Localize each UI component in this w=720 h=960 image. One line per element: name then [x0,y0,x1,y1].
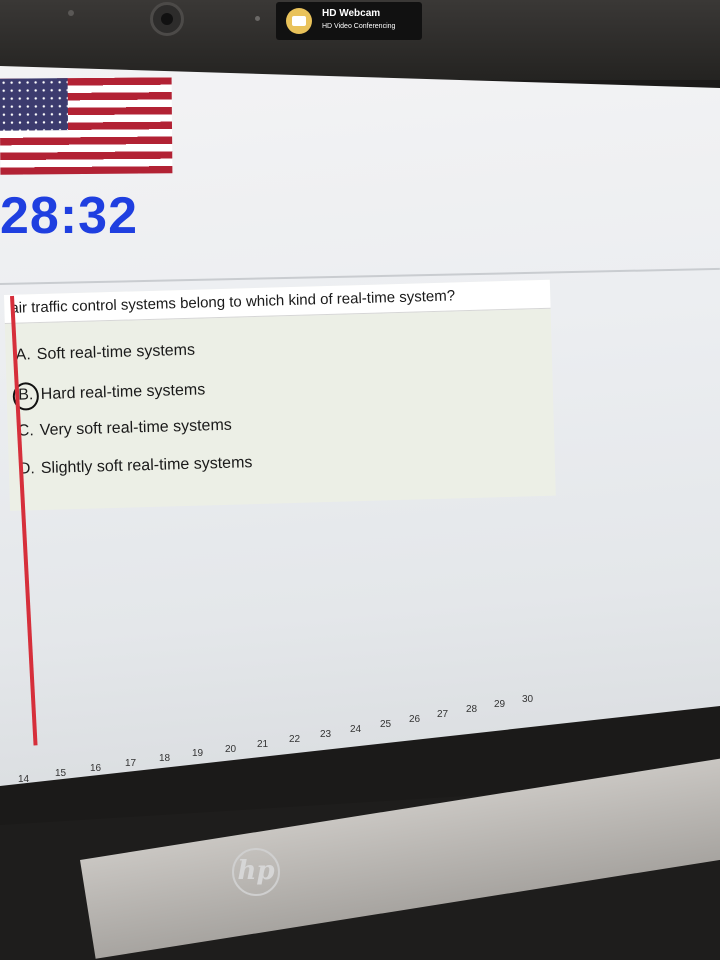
question-nav-item[interactable]: 23 [320,729,331,740]
question-nav-item[interactable]: 21 [257,739,268,750]
question-nav-item[interactable]: 14 [18,774,29,785]
question-nav-item[interactable]: 25 [380,719,391,730]
question-nav-item[interactable]: 24 [350,724,361,735]
hp-logo: hp [232,848,280,896]
question-nav-item[interactable]: 19 [192,748,203,759]
question-nav-item[interactable]: 28 [466,704,477,715]
question-nav-item[interactable]: 16 [90,763,101,774]
question-nav-item[interactable]: 30 [522,694,533,705]
question-nav-item[interactable]: 26 [409,714,420,725]
question-nav-item[interactable]: 20 [225,744,236,755]
question-nav-item[interactable]: 22 [289,734,300,745]
question-nav-item[interactable]: 29 [494,699,505,710]
question-nav-item[interactable]: 15 [55,768,66,779]
question-nav-item[interactable]: 18 [159,753,170,764]
question-nav-item[interactable]: 17 [125,758,136,769]
question-nav-item[interactable]: 27 [437,709,448,720]
